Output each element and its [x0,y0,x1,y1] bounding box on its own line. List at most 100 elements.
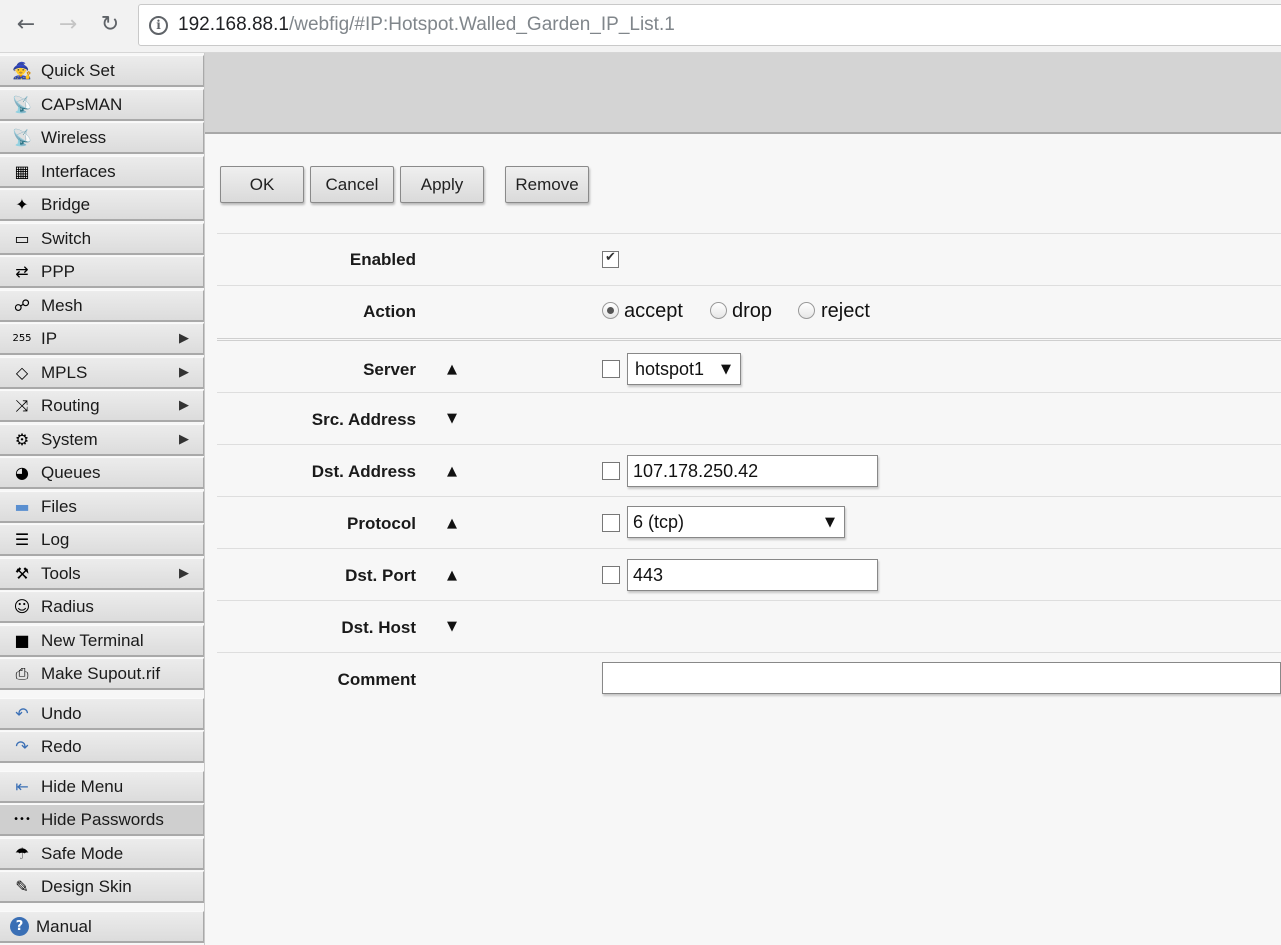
switch-icon: ▭ [14,229,30,248]
sidebar-item-tools[interactable]: ⚒ Tools ▶ [0,558,204,590]
form-row-dst-port: Dst. Port ▲ [217,548,1281,600]
sidebar-item-label: Hide Menu [41,776,124,796]
form-row-protocol: Protocol ▲ 6 (tcp) ▼ [217,496,1281,548]
sidebar-item-label: Redo [41,736,82,756]
collapse-triangle-icon[interactable]: ▲ [447,516,457,531]
sidebar-item-label: Switch [41,228,92,248]
sidebar-item-label: IP [41,328,58,348]
log-icon: ☰ [14,530,30,549]
dst-port-negate-checkbox[interactable] [602,566,620,584]
routing-icon: ⤨ [15,395,29,415]
sidebar-item-queues[interactable]: ◕ Queues [0,457,204,489]
collapse-triangle-icon[interactable]: ▲ [447,568,457,583]
info-icon[interactable]: i [149,15,168,35]
form-row-action: Action accept drop reject [217,285,1281,337]
back-arrow-icon[interactable]: ← [10,8,42,40]
sidebar-item-redo[interactable]: ↷ Redo [0,731,204,763]
forward-arrow-icon[interactable]: → [52,8,84,40]
bridge-icon: ✦ [15,195,29,214]
enabled-checkbox[interactable] [602,250,619,268]
action-reject-radio[interactable] [798,302,815,319]
action-accept-label: accept [624,300,683,322]
form-row-server: Server ▲ hotspot1 ▼ [217,338,1281,392]
sidebar-item-safe-mode[interactable]: ☂ Safe Mode [0,838,204,870]
address-bar[interactable]: i 192.168.88.1/webfig/#IP:Hotspot.Walled… [138,4,1281,46]
sidebar-item-mesh[interactable]: ☍ Mesh [0,290,204,322]
queues-icon: ◕ [15,463,29,482]
folder-icon: ▬ [14,497,30,516]
sidebar-item-label: PPP [41,261,76,281]
sidebar-item-label: Wireless [41,127,107,147]
protocol-select[interactable]: 6 (tcp) ▼ [627,506,845,538]
expand-triangle-icon[interactable]: ▼ [447,619,457,634]
sidebar-item-interfaces[interactable]: ▦ Interfaces [0,156,204,188]
chevron-down-icon: ▼ [825,514,835,530]
action-label: Action [363,302,416,321]
sidebar-item-files[interactable]: ▬ Files [0,491,204,523]
sidebar-item-mpls[interactable]: ◇ MPLS ▶ [0,357,204,389]
sidebar-item-switch[interactable]: ▭ Switch [0,223,204,255]
sidebar-item-log[interactable]: ☰ Log [0,524,204,556]
server-value: hotspot1 [635,358,705,379]
sidebar-menu: 🧙 Quick Set 📡 CAPsMAN 📡 Wireless ▦ Interface… [0,53,205,945]
sidebar-item-label: Interfaces [41,161,116,181]
sidebar-item-quick-set[interactable]: 🧙 Quick Set [0,55,204,87]
sidebar-item-label: System [41,429,98,449]
sidebar-item-radius[interactable]: ☺ Radius [0,591,204,623]
mesh-icon: ☍ [13,296,31,315]
sidebar-item-label: Tools [41,563,81,583]
cancel-button[interactable]: Cancel [310,166,394,203]
apply-button[interactable]: Apply [400,166,484,203]
help-icon: ? [10,917,29,936]
src-address-label: Src. Address [311,410,416,429]
sidebar-item-label: New Terminal [41,630,144,650]
expand-triangle-icon[interactable]: ▼ [447,411,457,426]
sidebar-item-design-skin[interactable]: ✎ Design Skin [0,871,204,903]
terminal-icon: ■ [14,631,30,650]
protocol-value: 6 (tcp) [633,511,685,532]
hide-menu-icon: ⇤ [15,777,29,796]
collapse-triangle-icon[interactable]: ▲ [447,464,457,479]
sidebar-item-label: Bridge [41,194,91,214]
action-accept-radio[interactable] [602,302,619,319]
sidebar-item-hide-menu[interactable]: ⇤ Hide Menu [0,771,204,803]
sidebar-item-new-terminal[interactable]: ■ New Terminal [0,625,204,657]
action-drop-radio[interactable] [710,302,727,319]
sidebar-item-hide-passwords[interactable]: ••• Hide Passwords [0,804,204,836]
remove-button[interactable]: Remove [505,166,589,203]
dst-port-input[interactable] [627,559,878,591]
dst-address-negate-checkbox[interactable] [602,462,620,480]
file-icon: ⎙ [15,663,29,683]
ok-button[interactable]: OK [220,166,304,203]
sidebar-item-manual[interactable]: ? Manual [0,911,204,943]
sidebar-item-label: Log [41,529,70,549]
sidebar-item-system[interactable]: ⚙ System ▶ [0,424,204,456]
dst-address-input[interactable] [627,455,878,487]
reload-icon[interactable]: ↻ [94,8,126,40]
collapse-triangle-icon[interactable]: ▲ [447,362,457,377]
server-negate-checkbox[interactable] [602,360,620,378]
sidebar-item-make-supout[interactable]: ⎙ Make Supout.rif [0,658,204,690]
enabled-label: Enabled [349,250,416,269]
sidebar-item-bridge[interactable]: ✦ Bridge [0,189,204,221]
design-skin-icon: ✎ [15,877,29,896]
submenu-arrow-icon: ▶ [179,331,189,346]
sidebar-item-routing[interactable]: ⤨ Routing ▶ [0,390,204,422]
sidebar-item-ppp[interactable]: ⇄ PPP [0,256,204,288]
sidebar-item-wireless[interactable]: 📡 Wireless [0,122,204,154]
form-row-src-address: Src. Address ▼ [217,392,1281,444]
sidebar-item-label: Routing [41,395,100,415]
sidebar-item-label: CAPsMAN [41,94,123,114]
submenu-arrow-icon: ▶ [179,432,189,447]
server-select[interactable]: hotspot1 ▼ [627,353,741,385]
protocol-negate-checkbox[interactable] [602,514,620,532]
action-reject-label: reject [821,300,870,322]
sidebar-item-undo[interactable]: ↶ Undo [0,698,204,730]
comment-input[interactable] [602,662,1281,694]
submenu-arrow-icon: ▶ [179,566,189,581]
gear-icon: ⚙ [14,430,30,449]
sidebar-item-capsman[interactable]: 📡 CAPsMAN [0,89,204,121]
wizard-icon: 🧙 [12,61,32,80]
sidebar-item-ip[interactable]: 255 IP ▶ [0,323,204,355]
main-panel: OK Cancel Apply Remove Enabled Action ac… [205,53,1281,945]
